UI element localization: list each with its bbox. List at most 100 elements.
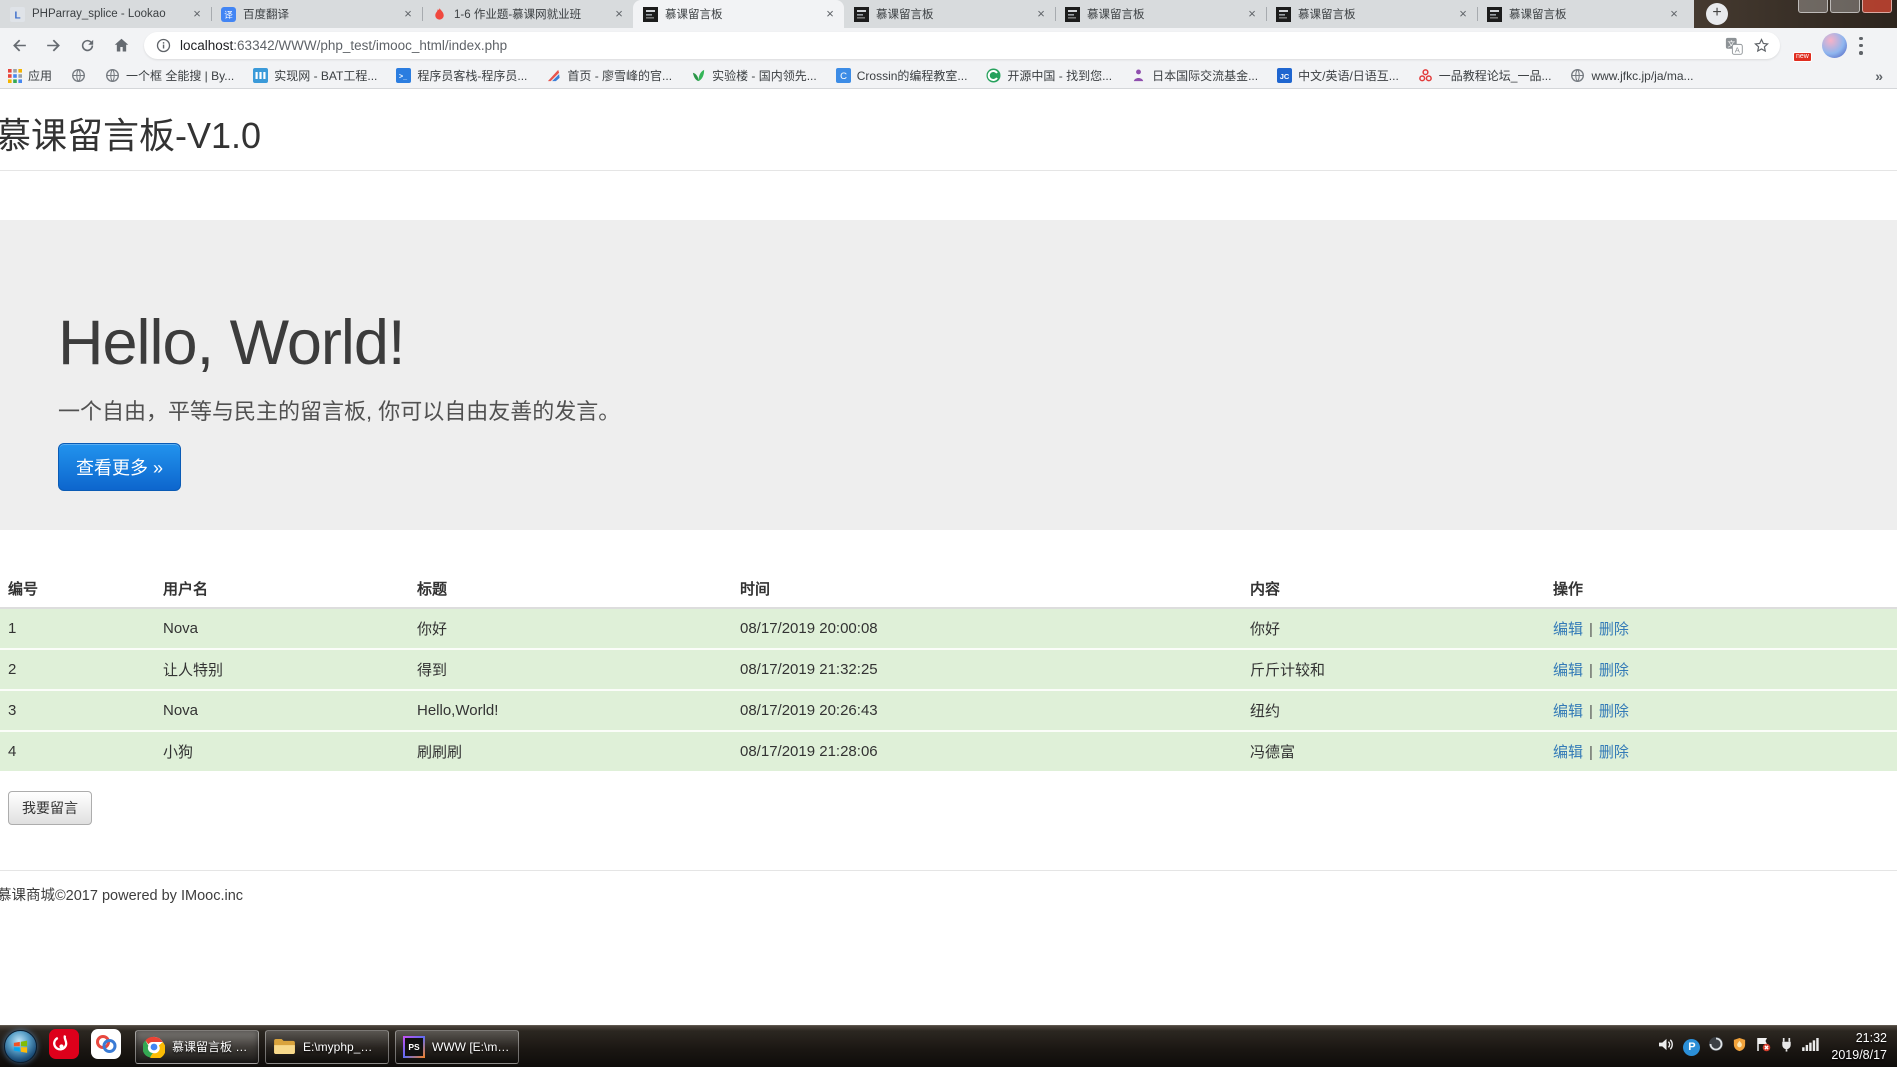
tab-title: 慕课留言板 <box>876 9 934 21</box>
reload-icon[interactable] <box>72 32 102 60</box>
bookmark-item[interactable]: >_ 程序员客栈-程序员... <box>396 67 527 84</box>
network-signal-icon <box>1802 1037 1820 1051</box>
footer-divider <box>0 870 1897 871</box>
start-button[interactable] <box>4 1030 37 1063</box>
bookmark-item[interactable]: www.jfkc.jp/ja/ma... <box>1570 68 1694 83</box>
maximize-button[interactable] <box>1830 0 1860 13</box>
flag-alert-icon <box>1755 1036 1771 1052</box>
tray-shield-icon[interactable] <box>1732 1037 1747 1057</box>
tray-safe-circle-icon[interactable] <box>1708 1036 1724 1057</box>
bookmark-item[interactable]: 实现网 - BAT工程... <box>253 67 377 84</box>
taskbar-clock[interactable]: 21:32 2019/8/17 <box>1831 1030 1887 1064</box>
bookmark-item[interactable]: 开源中国 - 找到您... <box>986 67 1112 84</box>
delete-link[interactable]: 删除 <box>1599 621 1629 638</box>
delete-link[interactable]: 删除 <box>1599 662 1629 679</box>
minimize-button[interactable] <box>1798 0 1828 13</box>
browser-tab[interactable]: 慕课留言板 × <box>1266 0 1477 28</box>
svg-text:L: L <box>14 10 20 21</box>
tab-close-icon[interactable]: × <box>1666 6 1682 22</box>
tray-network-signal-icon[interactable] <box>1802 1037 1820 1056</box>
taskbar-app-button[interactable]: PS WWW [E:\myph... <box>395 1029 519 1064</box>
liaoxuefeng-icon <box>546 68 561 83</box>
address-bar[interactable]: localhost:63342/WWW/php_test/imooc_html/… <box>144 32 1780 59</box>
delete-link[interactable]: 删除 <box>1599 744 1629 761</box>
browser-tab[interactable]: 慕课留言板 × <box>1477 0 1688 28</box>
bookmark-label: 程序员客栈-程序员... <box>417 69 528 83</box>
tab-close-icon[interactable]: × <box>189 6 205 22</box>
browser-tab-strip: L PHParray_splice - Lookao × 译百度翻译 × 1-6 作业题-… <box>0 0 1897 28</box>
tab-title: 百度翻译 <box>243 9 289 21</box>
tab-title: 1-6 作业题-慕课网就业班 <box>454 9 582 21</box>
dark-favicon-icon <box>1487 6 1502 22</box>
bookmark-label: 一品教程论坛_一品... <box>1438 69 1552 83</box>
bookmark-item[interactable] <box>71 68 86 83</box>
jumbotron: Hello, World! 一个自由，平等与民主的留言板, 你可以自由友善的发言… <box>0 220 1897 530</box>
forward-icon[interactable] <box>38 32 68 60</box>
edit-link[interactable]: 编辑 <box>1553 662 1583 679</box>
cell-time: 08/17/2019 21:32:25 <box>732 648 1242 690</box>
cell-user: Nova <box>155 689 409 731</box>
edit-link[interactable]: 编辑 <box>1553 744 1583 761</box>
bookmark-item[interactable]: C Crossin的编程教室... <box>835 67 967 84</box>
back-icon[interactable] <box>4 32 34 60</box>
table-header: 时间 <box>732 570 1242 609</box>
windows-flag-icon <box>13 1040 28 1053</box>
delete-link[interactable]: 删除 <box>1599 703 1629 720</box>
browser-tab[interactable]: 译百度翻译 × <box>211 0 422 28</box>
edit-link[interactable]: 编辑 <box>1553 621 1583 638</box>
bookmark-label: www.jfkc.jp/ja/ma... <box>1591 68 1694 83</box>
taskbar: 慕课留言板 - Go... E:\myphp_www\... PS WWW [E:\m… <box>0 1025 1897 1067</box>
tray-power-plug-icon[interactable] <box>1779 1037 1794 1057</box>
browser-tab[interactable]: 慕课留言板 × <box>633 0 844 28</box>
rings-app-taskbar-icon[interactable] <box>91 1029 121 1064</box>
leave-message-button[interactable]: 我要留言 <box>8 791 92 825</box>
table-header: 标题 <box>409 570 732 609</box>
bookmarks-overflow-icon[interactable]: » <box>1875 68 1883 84</box>
cell-actions: 编辑 | 删除 <box>1545 608 1897 649</box>
page-info-icon[interactable] <box>156 38 171 53</box>
tray-p-circle-icon[interactable]: P <box>1683 1037 1701 1056</box>
bookmark-item[interactable]: 应用 <box>8 67 52 84</box>
cell-actions: 编辑 | 删除 <box>1545 689 1897 731</box>
tray-volume-icon[interactable] <box>1658 1037 1675 1057</box>
taskbar-app-button[interactable]: E:\myphp_www\... <box>265 1029 389 1064</box>
action-separator: | <box>1589 621 1593 638</box>
extension-icon[interactable]: new <box>1790 36 1812 62</box>
browser-tab[interactable]: 1-6 作业题-慕课网就业班 × <box>422 0 633 28</box>
bookmark-item[interactable]: 日本国际交流基金... <box>1131 67 1258 84</box>
chrome-menu-icon[interactable] <box>1859 36 1863 55</box>
tab-close-icon[interactable]: × <box>400 6 416 22</box>
tab-close-icon[interactable]: × <box>1455 6 1471 22</box>
tab-close-icon[interactable]: × <box>611 6 627 22</box>
desktop-screen: L PHParray_splice - Lookao × 译百度翻译 × 1-6 作业题-… <box>0 0 1897 1067</box>
browser-tab[interactable]: L PHParray_splice - Lookao × <box>0 0 211 28</box>
tab-close-icon[interactable]: × <box>822 6 838 22</box>
new-tab-button[interactable]: + <box>1706 3 1728 25</box>
bookmark-star-icon[interactable] <box>1753 37 1770 54</box>
bookmark-label: 实现网 - BAT工程... <box>274 69 378 83</box>
safe-circle-icon <box>1708 1036 1724 1052</box>
edit-link[interactable]: 编辑 <box>1553 703 1583 720</box>
bookmark-item[interactable]: 首页 - 廖雪峰的官... <box>546 67 672 84</box>
extension-new-badge: new <box>1793 51 1812 62</box>
translate-icon[interactable]: 文A <box>1725 37 1743 55</box>
browser-tab[interactable]: 慕课留言板 × <box>844 0 1055 28</box>
cell-time: 08/17/2019 20:00:08 <box>732 608 1242 649</box>
cell-id: 4 <box>0 730 155 771</box>
action-separator: | <box>1589 662 1593 679</box>
netease-music-taskbar-icon[interactable] <box>49 1029 79 1064</box>
profile-avatar[interactable] <box>1822 33 1847 58</box>
bookmark-item[interactable]: JC 中文/英语/日语互... <box>1277 67 1399 84</box>
home-icon[interactable] <box>106 32 136 60</box>
browser-tab[interactable]: 慕课留言板 × <box>1055 0 1266 28</box>
tray-flag-alert-icon[interactable] <box>1755 1036 1771 1057</box>
tab-close-icon[interactable]: × <box>1033 6 1049 22</box>
close-window-button[interactable] <box>1862 0 1892 13</box>
yipin-icon <box>1418 68 1433 83</box>
bookmark-item[interactable]: 实验楼 - 国内领先... <box>691 67 817 84</box>
tab-close-icon[interactable]: × <box>1244 6 1260 22</box>
bookmark-item[interactable]: 一个框 全能搜 | By... <box>105 67 234 84</box>
bookmark-item[interactable]: 一品教程论坛_一品... <box>1418 67 1552 84</box>
taskbar-app-button[interactable]: 慕课留言板 - Go... <box>135 1029 259 1064</box>
view-more-button[interactable]: 查看更多 » <box>58 443 182 491</box>
